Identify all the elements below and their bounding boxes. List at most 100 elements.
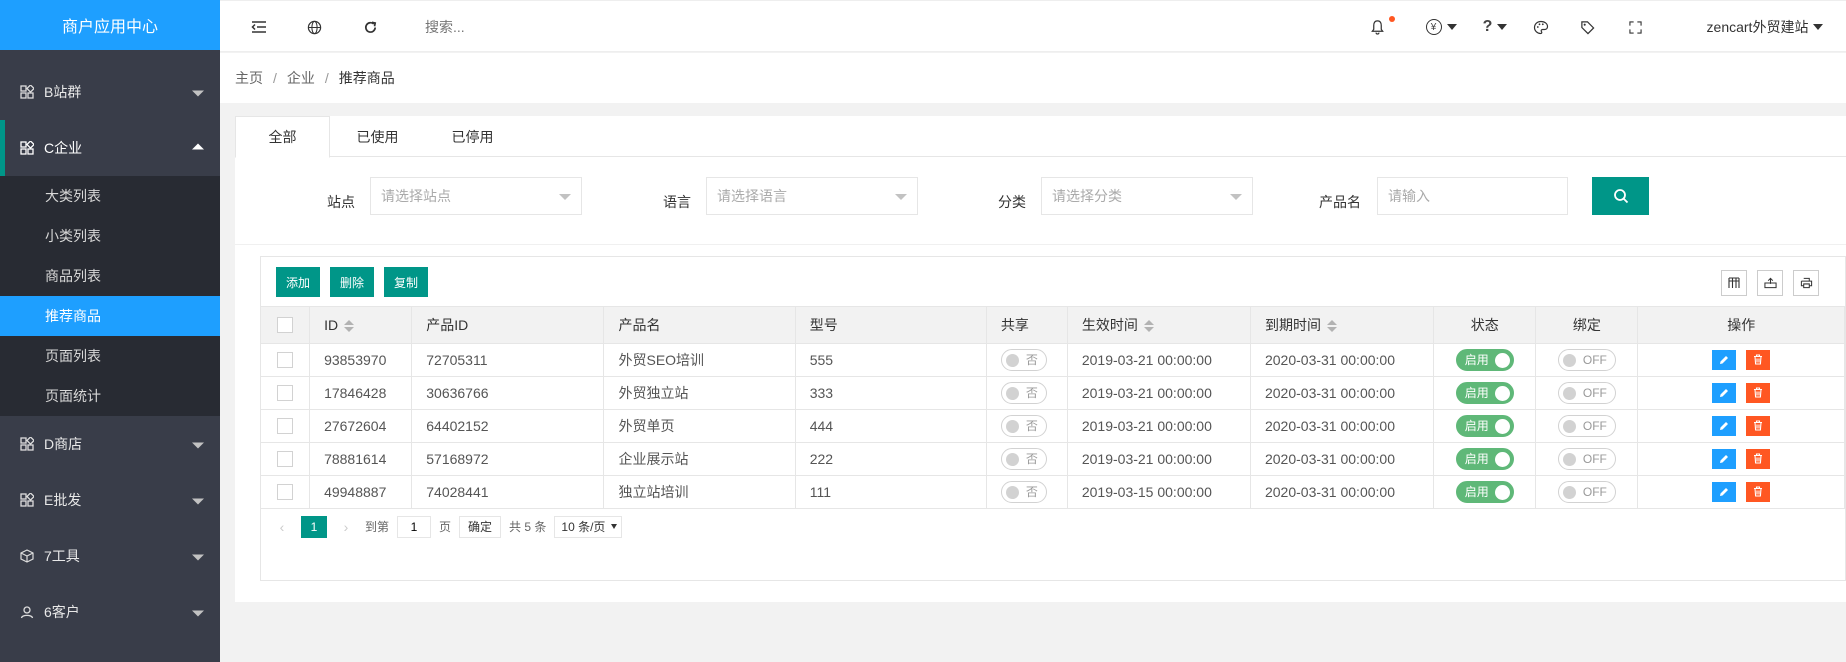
sidebar-group-label: 6客户	[44, 604, 80, 620]
sidebar-group-e[interactable]: E批发	[0, 472, 220, 528]
breadcrumb-home[interactable]: 主页	[235, 68, 263, 88]
cell-bind: OFF	[1535, 475, 1639, 509]
switch-knob	[1494, 418, 1510, 434]
row-checkbox[interactable]	[277, 451, 294, 468]
print-icon[interactable]	[1793, 270, 1819, 296]
sidebar-item-page-stats[interactable]: 页面统计	[0, 376, 220, 416]
sidebar-item-subcategory-list[interactable]: 小类列表	[0, 216, 220, 256]
cell-actions	[1637, 376, 1845, 410]
bind-switch[interactable]: OFF	[1557, 414, 1616, 437]
sidebar-group-c[interactable]: C企业	[0, 120, 220, 176]
status-switch[interactable]: 启用	[1455, 480, 1514, 503]
row-checkbox[interactable]	[277, 484, 294, 501]
goto-page-input[interactable]	[397, 515, 432, 538]
status-switch[interactable]: 启用	[1455, 381, 1514, 404]
chevron-down-icon	[895, 194, 907, 200]
columns-filter-icon[interactable]	[1721, 270, 1747, 296]
edit-button[interactable]	[1712, 349, 1737, 370]
cell-bind: OFF	[1535, 376, 1639, 410]
switch-knob	[1494, 484, 1510, 500]
sidebar-item-recommended[interactable]: 推荐商品	[0, 296, 220, 336]
bind-switch[interactable]: OFF	[1557, 480, 1616, 503]
tab-all[interactable]: 全部	[235, 116, 330, 158]
fullscreen-icon[interactable]	[1620, 1, 1650, 53]
search-input[interactable]	[425, 15, 685, 39]
goto-confirm-button[interactable]: 确定	[459, 515, 502, 538]
share-switch[interactable]: 否	[1000, 447, 1047, 470]
page-button-current[interactable]: 1	[301, 515, 327, 538]
share-switch[interactable]: 否	[1000, 381, 1047, 404]
col-header-id[interactable]: ID	[309, 307, 413, 344]
user-menu[interactable]: zencart外贸建站	[1685, 1, 1845, 53]
status-switch[interactable]: 启用	[1455, 447, 1514, 470]
breadcrumb-enterprise[interactable]: 企业	[287, 68, 315, 88]
edit-button[interactable]	[1712, 415, 1737, 436]
delete-row-button[interactable]	[1746, 349, 1771, 370]
collapse-menu-icon[interactable]	[244, 1, 274, 53]
delete-row-button[interactable]	[1746, 382, 1771, 403]
tag-icon[interactable]	[1572, 1, 1602, 53]
share-switch[interactable]: 否	[1000, 348, 1047, 371]
share-switch[interactable]: 否	[1000, 480, 1047, 503]
site-select[interactable]: 请选择站点	[370, 177, 582, 215]
cell-end-time: 2020-03-31 00:00:00	[1250, 376, 1435, 410]
sidebar-item-product-list[interactable]: 商品列表	[0, 256, 220, 296]
col-header-end-time[interactable]: 到期时间	[1250, 307, 1435, 344]
pencil-icon	[1720, 487, 1729, 496]
bind-switch[interactable]: OFF	[1557, 447, 1616, 470]
col-header-bind: 绑定	[1535, 307, 1639, 344]
product-name-input[interactable]: 请输入	[1377, 177, 1568, 215]
search-button[interactable]	[1592, 177, 1649, 215]
sort-icon[interactable]	[1326, 320, 1337, 333]
language-select[interactable]: 请选择语言	[706, 177, 918, 215]
edit-button[interactable]	[1712, 481, 1737, 502]
category-select[interactable]: 请选择分类	[1041, 177, 1253, 215]
add-button[interactable]: 添加	[276, 267, 321, 297]
delete-row-button[interactable]	[1746, 448, 1771, 469]
select-all-checkbox[interactable]	[277, 317, 294, 334]
copy-button[interactable]: 复制	[384, 267, 429, 297]
prev-page-icon[interactable]: ‹	[271, 519, 293, 535]
sidebar-group-customers[interactable]: 6客户	[0, 584, 220, 640]
notification-bell-icon[interactable]	[1362, 1, 1395, 53]
globe-icon[interactable]	[299, 1, 329, 53]
sidebar-item-page-list[interactable]: 页面列表	[0, 336, 220, 376]
status-switch-label: 启用	[1464, 419, 1489, 433]
cell-product-name: 企业展示站	[603, 442, 796, 476]
row-checkbox[interactable]	[277, 352, 294, 369]
status-switch[interactable]: 启用	[1455, 348, 1514, 371]
bind-switch[interactable]: OFF	[1557, 348, 1616, 371]
tab-used[interactable]: 已使用	[330, 116, 425, 157]
sort-icon[interactable]	[1143, 320, 1154, 333]
delete-button[interactable]: 删除	[330, 267, 375, 297]
delete-row-button[interactable]	[1746, 481, 1771, 502]
sidebar-group-d[interactable]: D商店	[0, 416, 220, 472]
sidebar-group-tools[interactable]: 7工具	[0, 528, 220, 584]
app-logo-title[interactable]: 商户应用中心	[0, 0, 220, 50]
page-size-select[interactable]: 10 条/页	[554, 515, 623, 538]
tab-disabled[interactable]: 已停用	[425, 116, 520, 157]
row-checkbox[interactable]	[277, 418, 294, 435]
help-dropdown[interactable]: ?	[1477, 1, 1513, 53]
row-checkbox[interactable]	[277, 385, 294, 402]
col-header-share: 共享	[986, 307, 1068, 344]
bind-switch[interactable]: OFF	[1557, 381, 1616, 404]
col-header-start-time[interactable]: 生效时间	[1067, 307, 1251, 344]
chevron-down-icon	[192, 90, 204, 97]
currency-dropdown[interactable]: ¥	[1419, 1, 1463, 53]
share-switch[interactable]: 否	[1000, 414, 1047, 437]
refresh-icon[interactable]	[355, 1, 385, 53]
status-switch[interactable]: 启用	[1455, 414, 1514, 437]
edit-button[interactable]	[1712, 448, 1737, 469]
sort-icon[interactable]	[344, 320, 355, 333]
delete-row-button[interactable]	[1746, 415, 1771, 436]
sidebar-group-b[interactable]: B站群	[0, 64, 220, 120]
sidebar-item-category-list[interactable]: 大类列表	[0, 176, 220, 216]
row-select-cell	[261, 376, 311, 410]
edit-button[interactable]	[1712, 382, 1737, 403]
category-label: 分类	[998, 194, 1026, 210]
palette-icon[interactable]	[1526, 1, 1556, 53]
col-header-label: ID	[324, 316, 339, 333]
export-icon[interactable]	[1757, 270, 1783, 296]
next-page-icon[interactable]: ›	[335, 519, 357, 535]
